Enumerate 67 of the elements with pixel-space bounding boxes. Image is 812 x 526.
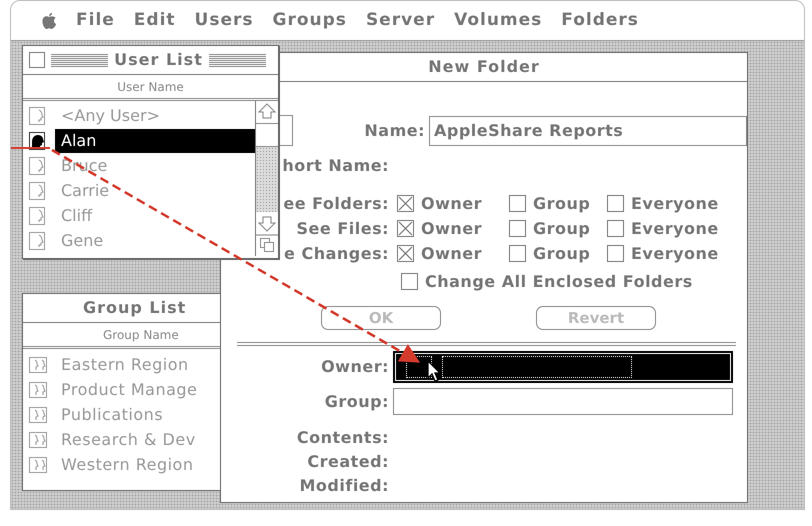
apple-icon xyxy=(41,12,57,30)
user-list-item[interactable]: Carrie xyxy=(55,178,255,202)
user-list-item[interactable]: Gene xyxy=(55,228,255,252)
checkbox[interactable] xyxy=(607,245,624,262)
checkbox-label: Group xyxy=(533,218,590,240)
group-list-item[interactable]: Publications xyxy=(61,402,164,426)
checkbox[interactable] xyxy=(509,245,526,262)
name-field[interactable]: AppleShare Reports xyxy=(429,116,747,146)
title-stripes xyxy=(208,53,266,67)
window-title: New Folder xyxy=(428,56,540,78)
checkbox-label: Group xyxy=(533,242,590,264)
group-list-item[interactable]: Product Manage xyxy=(61,378,198,402)
field-label: Name: xyxy=(363,120,426,142)
checkbox-label: Owner xyxy=(421,192,482,214)
info-label: Modified: xyxy=(300,475,390,497)
field-label: Owner: xyxy=(321,356,390,378)
column-title: User Name xyxy=(117,78,184,96)
checkbox-label: Everyone xyxy=(631,192,719,214)
checkbox[interactable] xyxy=(509,195,526,212)
privilege-label: See Files: xyxy=(296,218,390,240)
checkbox[interactable] xyxy=(397,195,414,212)
menu-item[interactable]: Folders xyxy=(561,8,639,34)
menu-item[interactable]: Users xyxy=(194,8,254,34)
group-list-item[interactable]: Eastern Region xyxy=(61,352,189,376)
info-label: Created: xyxy=(307,451,390,473)
group-icon xyxy=(29,432,47,448)
title-stripes xyxy=(51,53,108,67)
group-icon xyxy=(29,456,47,472)
owner-field[interactable] xyxy=(393,351,733,383)
checkbox-label: Group xyxy=(533,192,590,214)
group-icon xyxy=(29,382,47,398)
close-box[interactable] xyxy=(29,52,45,68)
menu-item[interactable]: Edit xyxy=(134,8,176,34)
group-field[interactable] xyxy=(393,388,733,415)
checkbox[interactable] xyxy=(397,245,414,262)
checkbox[interactable] xyxy=(397,220,414,237)
info-label: Contents: xyxy=(296,427,390,449)
menu-item[interactable]: Groups xyxy=(272,8,347,34)
user-list-item[interactable]: <Any User> xyxy=(55,104,255,128)
window-title: User List xyxy=(114,49,203,71)
group-list-item[interactable]: Research & Dev xyxy=(61,428,196,452)
user-list-item[interactable]: Cliff xyxy=(55,204,255,228)
field-label: hort Name: xyxy=(282,155,390,177)
menu-item[interactable]: Volumes xyxy=(454,8,542,34)
privilege-label: e Changes: xyxy=(284,242,390,264)
group-icon xyxy=(29,356,47,372)
privilege-label: ee Folders: xyxy=(283,192,390,214)
scroll-thumb[interactable] xyxy=(256,123,278,147)
checkbox-label: Everyone xyxy=(631,242,719,264)
checkbox-label: Change All Enclosed Folders xyxy=(425,270,693,292)
menu-item[interactable]: Server xyxy=(366,8,436,34)
checkbox-label: Owner xyxy=(421,218,482,240)
checkbox[interactable] xyxy=(509,220,526,237)
checkbox-label: Owner xyxy=(421,242,482,264)
checkbox[interactable] xyxy=(607,220,624,237)
column-title: Group Name xyxy=(103,326,179,344)
checkbox[interactable] xyxy=(401,273,418,290)
group-list-item[interactable]: Western Region xyxy=(61,452,194,476)
checkbox[interactable] xyxy=(607,195,624,212)
mouse-pointer-icon xyxy=(427,360,441,382)
group-icon xyxy=(29,406,47,422)
scroll-bar[interactable] xyxy=(255,101,278,256)
checkbox-label: Everyone xyxy=(631,218,719,240)
field-label: Group: xyxy=(324,390,390,412)
user-list-item[interactable]: Alan xyxy=(55,128,255,152)
menu-item[interactable]: File xyxy=(76,8,115,34)
window-title: Group List xyxy=(83,297,186,319)
